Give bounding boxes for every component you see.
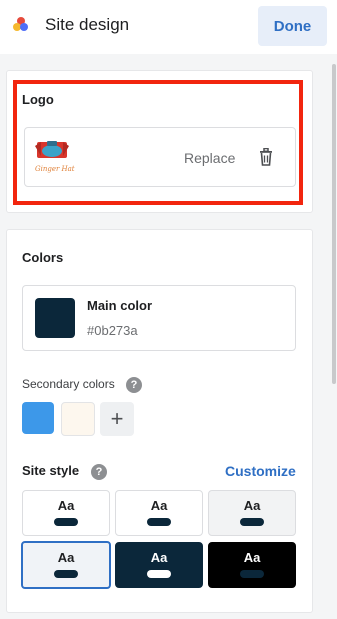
site-style-option[interactable]: Aa: [208, 490, 296, 536]
site-style-sample-text: Aa: [57, 550, 75, 565]
secondary-color-swatch[interactable]: [22, 402, 54, 434]
site-style-sample-text: Aa: [57, 498, 75, 513]
site-style-option[interactable]: Aa: [21, 541, 111, 589]
site-style-option[interactable]: Aa: [208, 542, 296, 588]
site-style-button-sample: [240, 570, 264, 578]
replace-logo-button[interactable]: Replace: [184, 150, 235, 166]
app-logo-icon: [13, 17, 29, 33]
site-style-sample-text: Aa: [243, 550, 261, 565]
site-style-option[interactable]: Aa: [22, 490, 110, 536]
help-icon[interactable]: ?: [91, 464, 107, 480]
logo-row: Ginger Hat Replace: [24, 127, 296, 187]
scrollbar-thumb[interactable]: [332, 64, 336, 384]
logo-image-text: Ginger Hat: [35, 165, 75, 173]
site-style-button-sample: [54, 570, 78, 578]
site-style-option[interactable]: Aa: [115, 490, 203, 536]
site-style-button-sample: [240, 518, 264, 526]
scrollbar[interactable]: [331, 54, 337, 619]
logo-image: Ginger Hat: [35, 141, 75, 173]
colors-section-label: Colors: [22, 250, 64, 265]
main-color-hex: #0b273a: [87, 323, 138, 338]
main-color-row[interactable]: Main color #0b273a: [22, 285, 296, 351]
site-style-sample-text: Aa: [150, 550, 168, 565]
header-bar: Site design Done: [0, 0, 337, 54]
site-style-button-sample: [147, 518, 171, 526]
site-style-sample-text: Aa: [150, 498, 168, 513]
customize-link[interactable]: Customize: [225, 463, 296, 479]
main-color-swatch: [35, 298, 75, 338]
site-style-sample-text: Aa: [243, 498, 261, 513]
site-style-option[interactable]: Aa: [115, 542, 203, 588]
site-style-button-sample: [147, 570, 171, 578]
main-color-label: Main color: [87, 298, 153, 313]
logo-section-label: Logo: [22, 92, 54, 107]
page-title: Site design: [45, 15, 130, 34]
site-style-label: Site style: [22, 463, 80, 478]
secondary-colors-label: Secondary colors: [22, 377, 115, 391]
help-icon[interactable]: ?: [126, 377, 142, 393]
add-secondary-color-button[interactable]: +: [100, 402, 134, 436]
done-button[interactable]: Done: [258, 6, 327, 46]
secondary-color-swatch[interactable]: [61, 402, 95, 436]
site-style-button-sample: [54, 518, 78, 526]
trash-icon[interactable]: [258, 148, 274, 166]
